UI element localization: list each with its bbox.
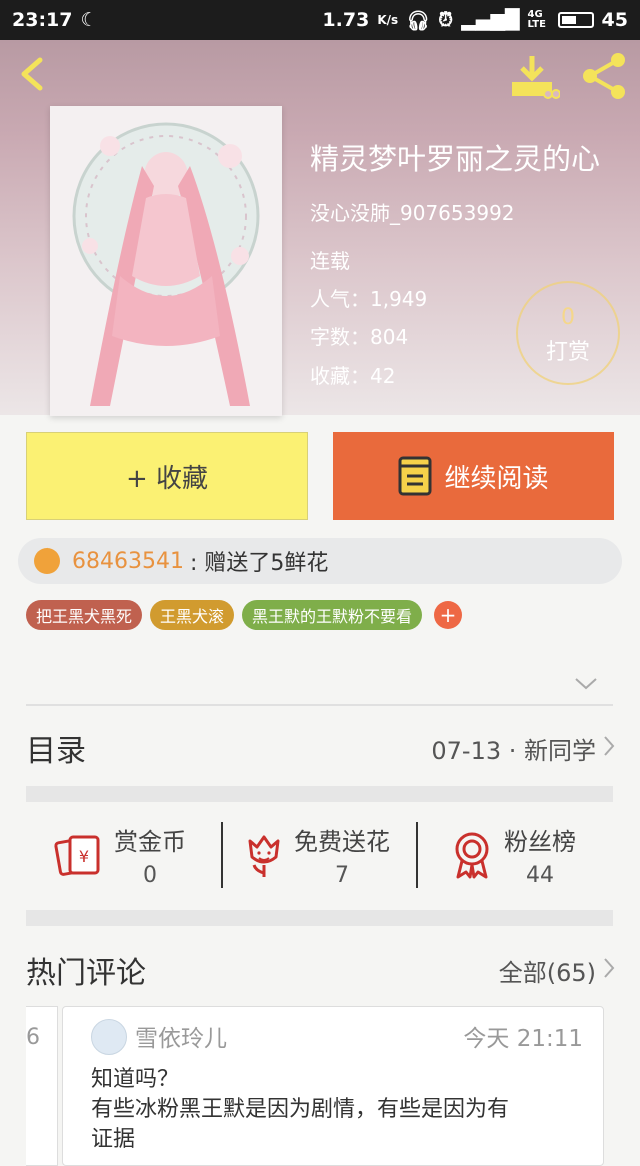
comment-line: 知道吗？ xyxy=(91,1067,180,1092)
battery-icon xyxy=(557,12,594,28)
tag-item[interactable]: 王黑犬滚 xyxy=(150,600,235,630)
book-cover[interactable] xyxy=(50,106,282,416)
flower-icon xyxy=(248,835,280,877)
tag-item[interactable]: 把王黑犬黑死 xyxy=(26,600,143,630)
tag-list: 把王黑犬黑死 王黑犬滚 黑王默的王默粉不要看 + xyxy=(26,600,463,630)
book-header: 精灵梦叶罗丽之灵的心 没心没肺_907653992 连载 人气：1,949 字数… xyxy=(0,40,640,416)
stat-tip-coins-label: 赏金币 xyxy=(114,828,186,856)
hot-comments-title: 热门评论 xyxy=(26,956,146,991)
gift-message: : 赠送了5鲜花 xyxy=(189,551,329,576)
add-tag-button[interactable]: + xyxy=(434,601,463,629)
comment-line: 证据 xyxy=(91,1127,136,1152)
section-separator xyxy=(26,910,613,926)
stat-divider xyxy=(221,822,223,888)
stat-tip-coins-value: 0 xyxy=(143,863,157,888)
chevron-down-icon[interactable] xyxy=(574,676,598,692)
stat-fan-ranking[interactable]: 粉丝榜 44 xyxy=(450,820,576,890)
alarm-icon: ⏰︎ xyxy=(438,9,454,31)
stat-fan-ranking-label: 粉丝榜 xyxy=(504,828,576,856)
stat-divider xyxy=(416,822,418,888)
red-envelope-icon: ¥ xyxy=(54,835,100,876)
battery-level: 45 xyxy=(601,9,628,31)
all-comments-link[interactable]: 全部(65) xyxy=(499,953,596,988)
net-speed-unit: K/s xyxy=(377,13,399,27)
clock: 23:17 xyxy=(12,9,73,31)
book-favorites: 收藏：42 xyxy=(310,364,396,388)
status-bar: 23:17 ☾ 1.73 K/s 🎧︎ ⏰︎ ▂▄▆█ 4G LTE 45 xyxy=(0,0,640,40)
comment-time: 今天 21:11 xyxy=(463,1026,583,1052)
signal-icon: ▂▄▆█ xyxy=(461,9,520,31)
section-separator xyxy=(26,786,613,802)
headphone-icon: 🎧︎ xyxy=(406,9,431,32)
avatar[interactable] xyxy=(91,1019,127,1055)
collect-button[interactable]: + 收藏 xyxy=(26,432,308,520)
comment-body: 知道吗？ 有些冰粉黑王默是因为剧情，有些是因为有 证据 xyxy=(91,1065,591,1155)
tag-item[interactable]: 黑王默的王默粉不要看 xyxy=(242,600,423,630)
gift-notice[interactable]: ✦ 68463541 : 赠送了5鲜花 xyxy=(18,538,622,584)
download-icon[interactable] xyxy=(508,52,560,100)
catalog-title[interactable]: 目录 xyxy=(26,726,86,770)
stat-free-flowers[interactable]: 免费送花 7 xyxy=(244,820,390,890)
comment-line: 有些冰粉黑王默是因为剧情，有些是因为有 xyxy=(91,1097,510,1122)
chevron-right-icon[interactable] xyxy=(602,735,616,757)
net-speed: 1.73 xyxy=(322,9,370,31)
book-popularity: 人气：1,949 xyxy=(310,287,428,311)
medal-icon xyxy=(455,832,489,879)
continue-reading-button[interactable]: 继续阅读 xyxy=(333,432,614,520)
tip-count: 0 xyxy=(561,305,575,330)
back-icon[interactable] xyxy=(14,54,54,94)
moon-icon: ☾ xyxy=(80,9,98,31)
gift-user-id[interactable]: 68463541 xyxy=(72,549,184,574)
stat-tip-coins[interactable]: ¥ 赏金币 0 xyxy=(54,820,186,890)
tip-label: 打赏 xyxy=(545,340,590,365)
stat-free-flowers-label: 免费送花 xyxy=(294,828,390,856)
book-icon xyxy=(398,456,432,496)
comment-username[interactable]: 雪依玲儿 xyxy=(135,1019,227,1053)
book-status: 连载 xyxy=(310,249,350,273)
book-word-count: 字数：804 xyxy=(310,325,409,349)
stat-free-flowers-value: 7 xyxy=(335,863,349,888)
chevron-right-icon[interactable] xyxy=(602,957,616,979)
cover-illustration xyxy=(50,106,282,416)
stat-fan-ranking-value: 44 xyxy=(526,863,554,888)
tip-button[interactable]: 0 打赏 xyxy=(516,281,620,385)
previous-card-fragment: 6 xyxy=(26,1025,40,1050)
book-author[interactable]: 没心没肺_907653992 xyxy=(310,197,515,226)
previous-comment-card[interactable]: 6 xyxy=(26,1006,58,1166)
comment-card[interactable]: 雪依玲儿 今天 21:11 知道吗？ 有些冰粉黑王默是因为剧情，有些是因为有 证… xyxy=(62,1006,604,1166)
collect-label: + 收藏 xyxy=(125,463,209,494)
svg-text:¥: ¥ xyxy=(79,847,89,866)
catalog-latest-chapter[interactable]: 07-13 · 新同学 xyxy=(431,731,596,766)
flower-gift-icon: ✦ xyxy=(34,544,60,574)
network-type: 4G LTE xyxy=(527,9,546,30)
divider xyxy=(26,704,613,706)
share-icon[interactable] xyxy=(580,52,632,100)
book-title: 精灵梦叶罗丽之灵的心 xyxy=(310,142,601,176)
continue-reading-label: 继续阅读 xyxy=(444,463,549,494)
